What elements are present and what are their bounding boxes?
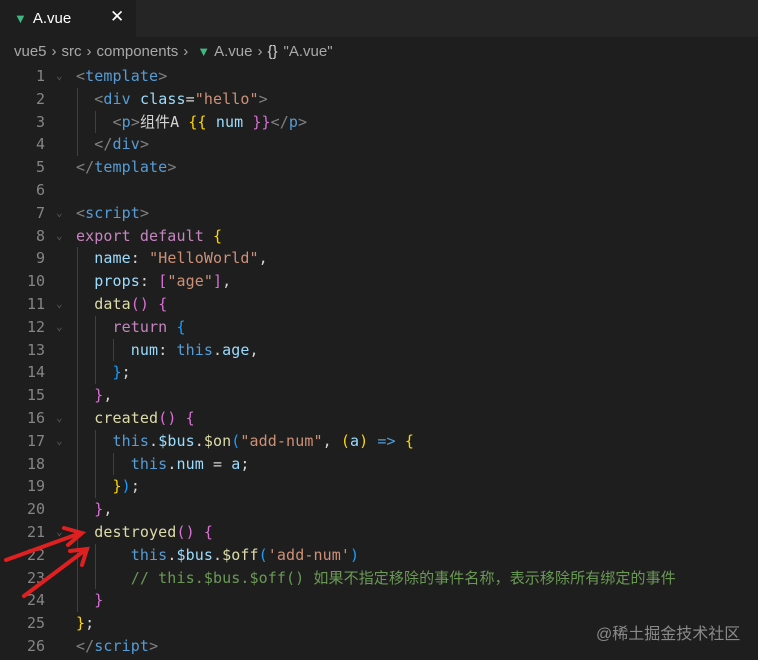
annotation-arrow <box>22 549 86 598</box>
annotation-arrows <box>4 526 90 598</box>
annotation-arrow <box>4 532 80 562</box>
